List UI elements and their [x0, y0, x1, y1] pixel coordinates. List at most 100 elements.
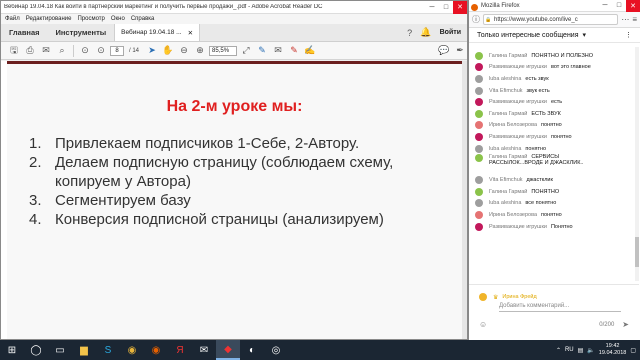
info-icon[interactable]: ⓘ	[472, 14, 480, 25]
sign-icon[interactable]: ✍	[303, 44, 317, 58]
message-author: Галина Гармай	[489, 188, 528, 195]
message-text: все понятно	[525, 200, 557, 207]
list-item: 3. Сегментируем базу	[29, 192, 191, 209]
task-view-icon[interactable]: ▭	[48, 340, 72, 360]
document-area: На 2-м уроке мы: 1. Привлекаем подписчико…	[1, 61, 467, 339]
chat-message: Ирина Белозерова понятно	[475, 120, 637, 132]
avatar	[475, 51, 483, 60]
avatar	[475, 187, 483, 196]
prev-page-icon[interactable]: ⊙	[78, 44, 92, 58]
share-comment-icon[interactable]: 💬	[437, 44, 451, 58]
close-tab-icon[interactable]: ✕	[188, 29, 193, 37]
menu-window[interactable]: Окно	[111, 16, 125, 22]
list-item: 4. Конверсия подписной страницы (анализир…	[29, 211, 384, 228]
language-indicator[interactable]: RU	[565, 347, 574, 353]
message-text: ПОНЯТНО И ПОЛЕЗНО	[531, 52, 594, 59]
chat-messages: Галина Гармай ПОНЯТНО И ПОЛЕЗНО Развивающи…	[469, 47, 637, 281]
chrome-icon[interactable]: ◉	[120, 340, 144, 360]
notification-center-icon[interactable]: ▢	[630, 347, 636, 354]
comment-input[interactable]: Добавить комментарий...	[499, 303, 621, 312]
acrobat-task-icon[interactable]: ◆	[216, 340, 240, 360]
more-vert-icon[interactable]: ⋮	[625, 31, 632, 39]
pen-icon[interactable]: ✒	[453, 44, 467, 58]
document-scrollbar[interactable]	[462, 61, 467, 339]
url-field[interactable]: https://www.youtube.com/live_c	[483, 14, 619, 25]
next-page-icon[interactable]: ⊙	[94, 44, 108, 58]
menu-help[interactable]: Справка	[131, 16, 155, 22]
email-icon[interactable]: ✉	[39, 44, 53, 58]
chat-message: Галина Гармай ЕСТЬ ЗВУК	[475, 108, 637, 120]
save-icon[interactable]: 🖫	[7, 44, 21, 58]
zoom-in-icon[interactable]: ⊕	[193, 44, 207, 58]
message-author: Vita Efimchuk	[489, 177, 523, 184]
yandex-icon[interactable]: Я	[168, 340, 192, 360]
zoom-out-icon[interactable]: ⊖	[177, 44, 191, 58]
menu-view[interactable]: Просмотр	[77, 16, 104, 22]
chat-header: Только интересные сообщения ▾ ⋮	[469, 28, 640, 43]
select-cursor-icon[interactable]: ➤	[145, 44, 159, 58]
chat-message: Развивающие игрушки вот это главное	[475, 62, 637, 74]
comment-icon[interactable]: ✉	[271, 44, 285, 58]
menu-icon[interactable]: ≡	[632, 15, 637, 24]
maximize-icon[interactable]: □	[612, 0, 626, 12]
page-number-input[interactable]: 8	[110, 45, 124, 56]
message-text: понятно	[541, 211, 562, 218]
volume-icon[interactable]: 🔈	[587, 347, 594, 354]
chat-filter-select[interactable]: Только интересные сообщения	[477, 32, 579, 39]
avatar	[475, 222, 483, 231]
notifications-icon[interactable]: 🔔	[418, 24, 434, 41]
chat-message: luba aleshina понятно	[475, 143, 637, 155]
tab-document[interactable]: Вебинар 19.04.18 ... ✕	[114, 24, 201, 41]
minimize-icon[interactable]: ─	[425, 1, 439, 14]
message-author: Ирина Белозерова	[489, 211, 538, 218]
zoom-select[interactable]: 85,5%	[209, 45, 238, 56]
login-button[interactable]: Войти	[434, 24, 467, 41]
more-actions-icon[interactable]: ⋯	[621, 15, 629, 24]
chat-message: Развивающие игрушки понятно	[475, 131, 637, 143]
edit-pdf-icon[interactable]: ✎	[255, 44, 269, 58]
tab-home[interactable]: Главная	[1, 24, 48, 41]
menu-file[interactable]: Файл	[5, 16, 20, 22]
scrollbar-thumb[interactable]	[635, 237, 639, 267]
chat-scrollbar[interactable]	[635, 47, 639, 281]
chat-message: Галина Гармай СЕРВИСЫ РАССЫЛОК...ВРОДЕ И Д…	[475, 154, 637, 174]
message-author: Развивающие игрушки	[489, 133, 547, 140]
windows-start-icon[interactable]: ⊞	[0, 340, 24, 360]
tab-tools[interactable]: Инструменты	[48, 24, 115, 41]
avatar	[475, 176, 483, 185]
hand-tool-icon[interactable]: ✋	[161, 44, 175, 58]
chat-message: luba aleshina все понятно	[475, 198, 637, 210]
clock[interactable]: 19:42 19.04.2018	[599, 343, 627, 357]
fit-page-icon[interactable]: ⤢	[239, 44, 253, 58]
skype-icon[interactable]: S	[96, 340, 120, 360]
pdf-page: На 2-м уроке мы: 1. Привлекаем подписчико…	[7, 61, 462, 339]
maximize-icon[interactable]: □	[439, 1, 453, 14]
help-icon[interactable]: ?	[402, 24, 418, 41]
avatar	[475, 63, 483, 72]
menu-edit[interactable]: Редактирование	[26, 16, 72, 22]
firefox-window: Mozilla Firefox ─ □ ✕ ⓘ https://www.yout…	[468, 0, 640, 340]
message-author: luba aleshina	[489, 145, 522, 152]
message-text: есть звук	[525, 75, 549, 82]
close-icon[interactable]: ✕	[626, 0, 640, 12]
cortana-icon[interactable]: ◯	[24, 340, 48, 360]
message-text: есть	[550, 99, 563, 106]
up-arrow-icon[interactable]: ⌃	[556, 347, 561, 354]
search-icon[interactable]: ⌕	[55, 44, 69, 58]
send-icon[interactable]: ➤	[622, 320, 629, 329]
print-icon[interactable]: ⎙	[23, 44, 37, 58]
chat-input-area: ♛ Ирина Фрейд Добавить комментарий... ☺ …	[469, 284, 639, 340]
highlight-icon[interactable]: ✎	[287, 44, 301, 58]
network-icon[interactable]: ▤	[578, 347, 584, 354]
media-icon[interactable]: ◐	[240, 340, 264, 360]
explorer-icon[interactable]: ▆	[72, 340, 96, 360]
firefox-icon[interactable]: ◉	[144, 340, 168, 360]
close-icon[interactable]: ✕	[453, 1, 467, 14]
obs-icon[interactable]: ◎	[264, 340, 288, 360]
mail-icon[interactable]: ✉	[192, 340, 216, 360]
avatar	[475, 98, 483, 107]
minimize-icon[interactable]: ─	[598, 0, 612, 12]
emoji-icon[interactable]: ☺	[479, 320, 487, 329]
avatar	[475, 144, 483, 153]
chevron-down-icon[interactable]: ▾	[583, 31, 587, 39]
